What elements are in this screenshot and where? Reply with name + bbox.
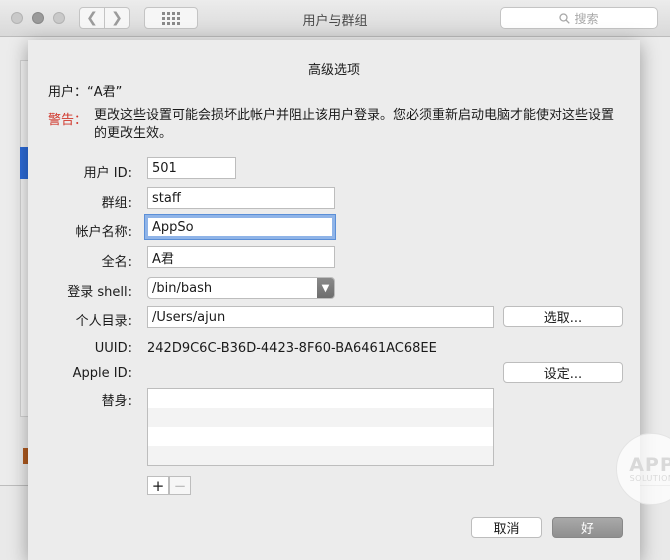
search-field[interactable]: 搜索 <box>500 7 658 29</box>
sheet-title: 高级选项 <box>307 63 360 78</box>
cancel-button[interactable]: 取消 <box>471 517 542 538</box>
home-dir-label: 个人目录: <box>75 314 132 329</box>
list-item <box>148 389 493 408</box>
search-icon <box>559 12 571 24</box>
list-item <box>148 408 493 427</box>
set-button[interactable]: 设定... <box>503 362 623 383</box>
advanced-options-sheet: 高级选项 用户：“A君” 警告： 更改这些设置可能会损坏此帐户并阻止该用户登录。… <box>28 40 640 560</box>
uuid-value: 242D9C6C-B36D-4423-8F60-BA6461AC68EE <box>147 341 437 356</box>
full-name-value: A君 <box>152 251 174 267</box>
home-dir-value: /Users/ajun <box>152 309 226 325</box>
home-dir-field[interactable]: /Users/ajun <box>147 306 494 328</box>
user-id-value: 501 <box>152 160 177 176</box>
account-name-value: AppSo <box>152 219 194 235</box>
login-shell-popup[interactable]: /bin/bash ▼ <box>147 277 335 299</box>
add-alias-button[interactable]: + <box>147 476 169 495</box>
apple-id-label: Apple ID: <box>72 366 132 381</box>
window-titlebar: ❮ ❯ 用户与群组 搜索 <box>0 0 670 37</box>
group-value: staff <box>152 190 181 206</box>
list-item <box>148 446 493 465</box>
login-shell-label: 登录 shell: <box>67 285 132 300</box>
user-id-label: 用户 ID: <box>83 166 132 181</box>
choose-button[interactable]: 选取... <box>503 306 623 327</box>
user-line: 用户：“A君” <box>48 85 123 100</box>
group-field[interactable]: staff <box>147 187 335 209</box>
warning-label: 警告： <box>48 113 88 128</box>
warning-text: 更改这些设置可能会损坏此帐户并阻止该用户登录。您必须重新启动电脑才能使对这些设置… <box>94 108 615 141</box>
remove-alias-button[interactable]: − <box>169 476 191 495</box>
list-item <box>148 427 493 446</box>
chevron-down-icon: ▼ <box>317 278 334 298</box>
aliases-label: 替身: <box>101 394 132 409</box>
login-shell-value: /bin/bash <box>152 280 213 296</box>
account-name-label: 帐户名称: <box>75 225 132 240</box>
full-name-field[interactable]: A君 <box>147 246 335 268</box>
user-id-field[interactable]: 501 <box>147 157 236 179</box>
group-label: 群组: <box>101 196 132 211</box>
uuid-label: UUID: <box>94 341 132 356</box>
ok-button[interactable]: 好 <box>552 517 623 538</box>
watermark-small-text: SOLUTION <box>629 473 670 483</box>
search-placeholder: 搜索 <box>574 11 599 26</box>
account-name-field[interactable]: AppSo <box>144 214 336 240</box>
full-name-label: 全名: <box>101 255 132 270</box>
watermark-big-text: APP <box>629 453 670 476</box>
aliases-list[interactable] <box>147 388 494 466</box>
